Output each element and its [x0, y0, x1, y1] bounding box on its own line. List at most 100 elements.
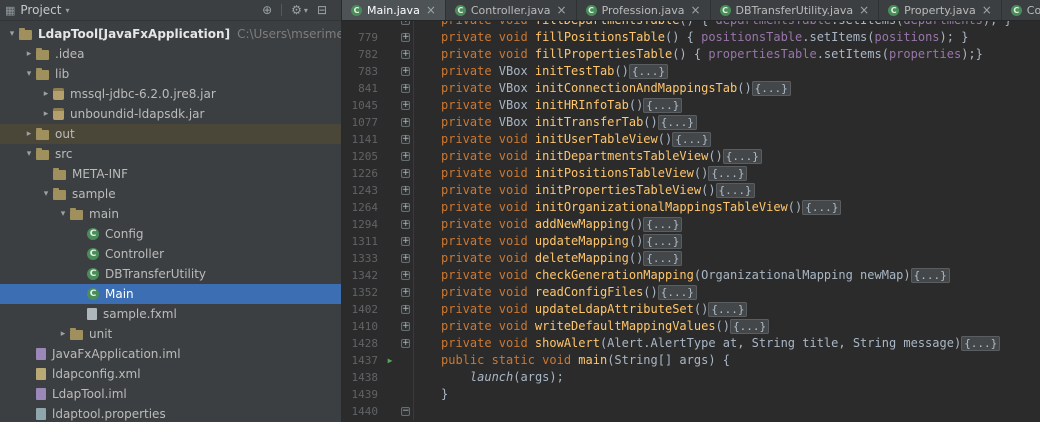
close-icon[interactable]: ×	[690, 3, 700, 17]
code-line[interactable]: 1141 + private void initUserTableView() {..…	[342, 131, 1040, 148]
collapse-arrow-icon[interactable]: ▾	[5, 29, 19, 39]
close-icon[interactable]: ×	[557, 3, 567, 17]
expand-arrow-icon[interactable]: ▸	[39, 89, 53, 99]
fold-expand-icon[interactable]: +	[401, 152, 410, 161]
tree-item-ldapconfig-xml[interactable]: ldapconfig.xml	[0, 364, 341, 384]
code-text[interactable]: private void initDepartmentsTableView(){…	[414, 148, 762, 165]
tab-main-java[interactable]: C Main.java ×	[342, 0, 446, 20]
code-text[interactable]: private void deleteMapping() {...}	[414, 250, 683, 267]
hide-panel-button[interactable]: ⊟	[317, 3, 327, 17]
tree-item-controller[interactable]: C Controller	[0, 244, 341, 264]
code-line[interactable]: + private void fillDepartmentsTable() { d…	[342, 21, 1040, 29]
code-text[interactable]: private void fillDepartmentsTable() { de…	[414, 21, 1012, 29]
tree-item-idea[interactable]: ▸ .idea	[0, 44, 341, 64]
tree-item-unit[interactable]: ▸ unit	[0, 324, 341, 344]
run-main-icon[interactable]: ▶	[382, 352, 398, 369]
locate-file-button[interactable]: ⊕	[262, 3, 272, 17]
tree-item-ldaptool[interactable]: ▾ LdapTool [JavaFxApplication] C:\Users\ms…	[0, 24, 341, 44]
code-line[interactable]: 1294 + private void addNewMapping() {...}	[342, 216, 1040, 233]
code-text[interactable]: private void fillPropertiesTable() { pro…	[414, 46, 983, 63]
fold-expand-icon[interactable]: +	[401, 33, 410, 42]
code-text[interactable]: private void initUserTableView() {...}	[414, 131, 712, 148]
editor-lines[interactable]: + private void fillDepartmentsTable() { d…	[342, 21, 1040, 422]
fold-expand-icon[interactable]: +	[401, 254, 410, 263]
code-line[interactable]: 1264 + private void initOrganizationalMapp…	[342, 199, 1040, 216]
code-text[interactable]: private void readConfigFiles() {...}	[414, 284, 697, 301]
code-line[interactable]: 1342 + private void checkGenerationMapping…	[342, 267, 1040, 284]
fold-expand-icon[interactable]: +	[401, 237, 410, 246]
code-line[interactable]: 1437 ▶ public static void main(String[] ar…	[342, 352, 1040, 369]
code-line[interactable]: 1439}	[342, 386, 1040, 403]
code-text[interactable]: private void updateMapping() {...}	[414, 233, 683, 250]
tree-item-unboundid-ldapsdk-jar[interactable]: ▸ unboundid-ldapsdk.jar	[0, 104, 341, 124]
code-line[interactable]: 1440 −	[342, 403, 1040, 420]
fold-expand-icon[interactable]: +	[401, 84, 410, 93]
fold-expand-icon[interactable]: +	[401, 203, 410, 212]
tree-item-lib[interactable]: ▾ lib	[0, 64, 341, 84]
code-line[interactable]: 783 + private VBox initTestTab() {...}	[342, 63, 1040, 80]
tree-item-src[interactable]: ▾ src	[0, 144, 341, 164]
settings-button[interactable]: ⚙ ▾	[291, 3, 308, 17]
code-line[interactable]: 782 + private void fillPropertiesTable() {…	[342, 46, 1040, 63]
fold-expand-icon[interactable]: +	[401, 135, 410, 144]
code-text[interactable]: launch(args);	[414, 369, 564, 386]
tree-item-main[interactable]: ▾ main	[0, 204, 341, 224]
tab-profession-java[interactable]: C Profession.java ×	[577, 0, 711, 20]
project-view-selector[interactable]: Project ▾	[20, 3, 69, 17]
code-text[interactable]: }	[414, 386, 448, 403]
tree-item-ldaptool-iml[interactable]: LdapTool.iml	[0, 384, 341, 404]
tree-item-dbtransferutility[interactable]: C DBTransferUtility	[0, 264, 341, 284]
code-line[interactable]: 779 + private void fillPositionsTable() { …	[342, 29, 1040, 46]
code-line[interactable]: 1352 + private void readConfigFiles() {...}	[342, 284, 1040, 301]
close-icon[interactable]: ×	[426, 3, 436, 17]
tree-item-sample[interactable]: ▾ sample	[0, 184, 341, 204]
fold-expand-icon[interactable]: +	[401, 186, 410, 195]
tree-item-main[interactable]: C Main	[0, 284, 341, 304]
code-line[interactable]: 1045 + private VBox initHRInfoTab() {...}	[342, 97, 1040, 114]
fold-expand-icon[interactable]: +	[401, 169, 410, 178]
tree-item-out[interactable]: ▸ out	[0, 124, 341, 144]
code-text[interactable]: private void fillPositionsTable() { posi…	[414, 29, 968, 46]
close-icon[interactable]: ×	[982, 3, 992, 17]
tree-item-mssql-jdbc-6-2-0-jre8-jar[interactable]: ▸ mssql-jdbc-6.2.0.jre8.jar	[0, 84, 341, 104]
code-line[interactable]: 1410 + private void writeDefaultMappingVal…	[342, 318, 1040, 335]
collapse-arrow-icon[interactable]: ▾	[39, 189, 53, 199]
code-text[interactable]: private void checkGenerationMapping(Orga…	[414, 267, 950, 284]
close-icon[interactable]: ×	[859, 3, 869, 17]
code-text[interactable]: private VBox initConnectionAndMappingsTa…	[414, 80, 791, 97]
tree-item-javafxapplication-iml[interactable]: JavaFxApplication.iml	[0, 344, 341, 364]
code-text[interactable]: private void initPositionsTableView() {..…	[414, 165, 748, 182]
expand-arrow-icon[interactable]: ▸	[56, 329, 70, 339]
code-line[interactable]: 1428 + private void showAlert(Alert.AlertT…	[342, 335, 1040, 352]
tree-item-meta-inf[interactable]: META-INF	[0, 164, 341, 184]
fold-expand-icon[interactable]: +	[401, 220, 410, 229]
code-line[interactable]: 1438 launch(args);	[342, 369, 1040, 386]
fold-expand-icon[interactable]: +	[401, 305, 410, 314]
code-text[interactable]: public static void main(String[] args) {	[414, 352, 730, 369]
code-text[interactable]: private VBox initTestTab() {...}	[414, 63, 668, 80]
code-line[interactable]: 1333 + private void deleteMapping() {...}	[342, 250, 1040, 267]
code-text[interactable]: private VBox initHRInfoTab() {...}	[414, 97, 683, 114]
fold-expand-icon[interactable]: +	[401, 118, 410, 127]
collapse-arrow-icon[interactable]: ▾	[22, 149, 36, 159]
tab-config-java[interactable]: CConfig.java×	[1002, 0, 1040, 20]
code-text[interactable]: private VBox initTransferTab() {...}	[414, 114, 697, 131]
tab-dbtransferutility-java[interactable]: C DBTransferUtility.java ×	[711, 0, 880, 20]
expand-arrow-icon[interactable]: ▸	[39, 109, 53, 119]
code-line[interactable]: 1077 + private VBox initTransferTab() {...}	[342, 114, 1040, 131]
collapse-arrow-icon[interactable]: ▾	[56, 209, 70, 219]
project-views-icon[interactable]: ▦	[5, 4, 15, 17]
expand-arrow-icon[interactable]: ▸	[22, 129, 36, 139]
code-line[interactable]: 1205 + private void initDepartmentsTableVi…	[342, 148, 1040, 165]
fold-expand-icon[interactable]: +	[401, 271, 410, 280]
fold-expand-icon[interactable]: +	[401, 101, 410, 110]
code-text[interactable]: private void initOrganizationalMappingsT…	[414, 199, 842, 216]
tree-item-sample-fxml[interactable]: sample.fxml	[0, 304, 341, 324]
expand-arrow-icon[interactable]: ▸	[22, 49, 36, 59]
fold-expand-icon[interactable]: +	[401, 322, 410, 331]
collapse-arrow-icon[interactable]: ▾	[22, 69, 36, 79]
code-text[interactable]: private void initPropertiesTableView() {.…	[414, 182, 755, 199]
tab-controller-java[interactable]: C Controller.java ×	[446, 0, 577, 20]
code-line[interactable]: 1226 + private void initPositionsTableView…	[342, 165, 1040, 182]
fold-expand-icon[interactable]: +	[401, 21, 410, 25]
